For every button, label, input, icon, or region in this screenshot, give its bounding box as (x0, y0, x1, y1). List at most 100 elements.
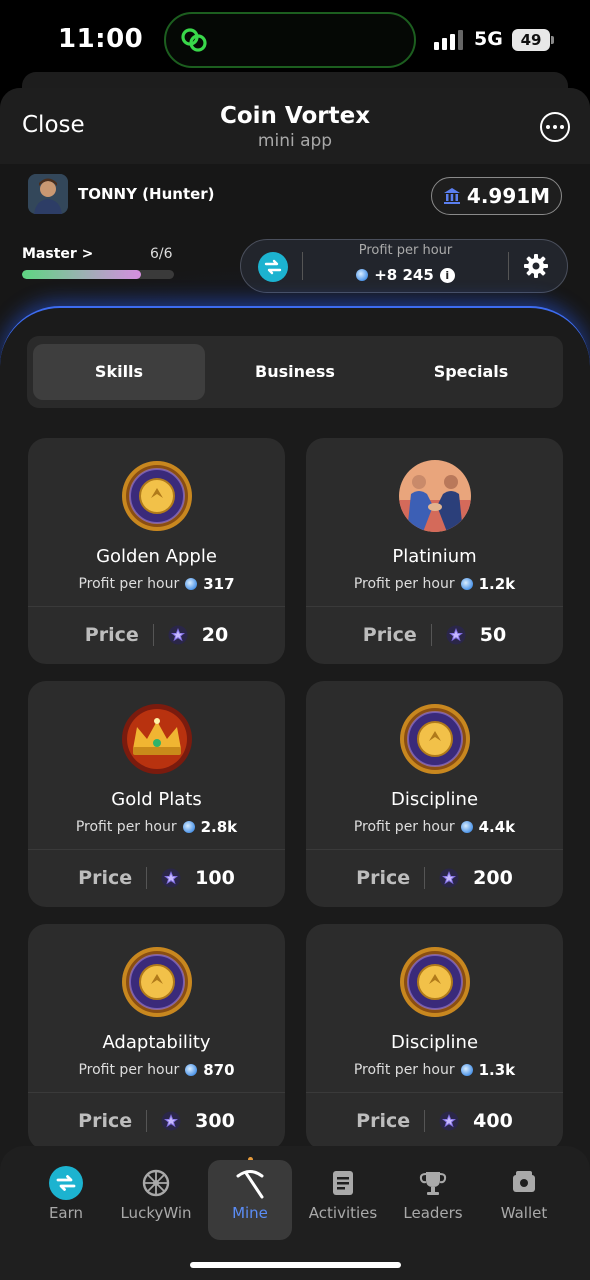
battery-icon: 49 (512, 29, 550, 51)
card-profit-value: 870 (203, 1061, 235, 1079)
info-icon[interactable]: i (439, 267, 455, 283)
app-title: Coin Vortex (219, 103, 371, 129)
medallion-icon (121, 946, 193, 1018)
card-profit-row: Profit per hour 2.8k (28, 818, 285, 836)
status-bar: 11:00 5G 49 (0, 0, 590, 80)
skill-card[interactable]: Discipline Profit per hour 4.4k Price 20… (306, 681, 563, 907)
card-profit-row: Profit per hour 1.2k (306, 575, 563, 593)
card-profit-label: Profit per hour (353, 576, 455, 592)
more-options-icon[interactable] (540, 112, 570, 142)
price-label: Price (78, 867, 133, 889)
card-profit-value: 2.8k (200, 818, 238, 836)
level-count: 6/6 (150, 246, 173, 262)
star-icon (446, 625, 466, 645)
price-label: Price (356, 1110, 411, 1132)
profit-label: Profit per hour (358, 243, 453, 258)
nav-luckywin[interactable]: LuckyWin (114, 1160, 198, 1240)
level-link[interactable]: Master > (22, 246, 93, 262)
coin-icon (460, 821, 473, 833)
star-icon (161, 868, 181, 888)
divider (146, 867, 148, 889)
card-profit-value: 317 (203, 575, 235, 593)
price-value: 20 (201, 624, 229, 646)
card-profit-label: Profit per hour (353, 819, 455, 835)
list-icon (333, 1171, 353, 1195)
tab-business[interactable]: Business (209, 344, 381, 400)
price-value: 200 (473, 867, 513, 889)
price-value: 50 (479, 624, 507, 646)
skill-card[interactable]: Platinium Profit per hour 1.2k Price 50 (306, 438, 563, 664)
card-profit-row: Profit per hour 317 (28, 575, 285, 593)
skill-card[interactable]: Golden Apple Profit per hour 317 Price 2… (28, 438, 285, 664)
divider (430, 624, 432, 646)
nav-label: Wallet (500, 1204, 548, 1222)
skill-card[interactable]: Discipline Profit per hour 1.3k Price 40… (306, 924, 563, 1150)
app-header: Close Coin Vortex mini app (0, 88, 590, 164)
coin-icon (182, 821, 195, 833)
balance-value: 4.991M (466, 184, 551, 208)
price-value: 100 (195, 867, 235, 889)
dynamic-island (164, 12, 416, 68)
card-price-row: Price 50 (306, 606, 563, 664)
tab-specials[interactable]: Specials (385, 344, 557, 400)
medallion-icon (399, 946, 471, 1018)
card-profit-row: Profit per hour 1.3k (306, 1061, 563, 1079)
category-tabs: Skills Business Specials (27, 336, 563, 408)
home-indicator[interactable] (190, 1262, 401, 1268)
nav-wallet[interactable]: Wallet (482, 1160, 566, 1240)
card-profit-row: Profit per hour 870 (28, 1061, 285, 1079)
price-label: Price (78, 1110, 133, 1132)
exchange-icon[interactable] (258, 252, 288, 282)
price-value: 300 (195, 1110, 235, 1132)
divider (424, 867, 426, 889)
divider (152, 624, 154, 646)
nav-mine[interactable]: Mine (208, 1160, 292, 1240)
wallet-icon (513, 1171, 535, 1192)
profit-value-row: +8 245 i (303, 266, 508, 284)
card-name: Gold Plats (111, 789, 202, 810)
level-progress-fill (22, 270, 141, 279)
star-icon (168, 625, 188, 645)
card-price-row: Price 20 (28, 606, 285, 664)
balance-pill[interactable]: 4.991M (431, 177, 562, 215)
handshake-icon (399, 460, 471, 532)
coin-icon (185, 578, 198, 590)
star-icon (439, 868, 459, 888)
star-icon (439, 1111, 459, 1131)
card-name: Golden Apple (96, 546, 217, 567)
battery-nub (551, 36, 554, 44)
price-value: 400 (473, 1110, 513, 1132)
divider (146, 1110, 148, 1132)
status-time: 11:00 (58, 24, 144, 54)
gear-icon[interactable] (522, 252, 550, 280)
coin-icon (185, 1064, 198, 1076)
username: TONNY (Hunter) (78, 185, 215, 203)
profit-value: +8 245 (374, 266, 434, 284)
card-profit-value: 4.4k (478, 818, 516, 836)
nav-label: Activities (308, 1204, 378, 1222)
nav-label: LuckyWin (120, 1204, 192, 1222)
card-price-row: Price 400 (306, 1092, 563, 1150)
divider (508, 252, 509, 280)
pickaxe-icon (236, 1170, 264, 1199)
card-price-row: Price 300 (28, 1092, 285, 1150)
card-name: Discipline (390, 789, 479, 810)
trophy-icon (419, 1172, 447, 1195)
price-label: Price (356, 867, 411, 889)
nav-label: Leaders (403, 1204, 463, 1222)
coin-icon (356, 269, 369, 281)
link-icon (181, 28, 207, 52)
nav-leaders[interactable]: Leaders (391, 1160, 475, 1240)
nav-activities[interactable]: Activities (301, 1160, 385, 1240)
skill-card[interactable]: Adaptability Profit per hour 870 Price 3… (28, 924, 285, 1150)
card-profit-label: Profit per hour (353, 1062, 455, 1078)
card-profit-value: 1.3k (478, 1061, 516, 1079)
divider (424, 1110, 426, 1132)
nav-earn[interactable]: Earn (24, 1160, 108, 1240)
network-type: 5G (474, 28, 503, 50)
tab-skills[interactable]: Skills (33, 344, 205, 400)
avatar[interactable] (28, 174, 68, 214)
crown-icon (121, 703, 193, 775)
skill-card[interactable]: Gold Plats Profit per hour 2.8k Price 10… (28, 681, 285, 907)
wheel-icon (142, 1169, 170, 1197)
